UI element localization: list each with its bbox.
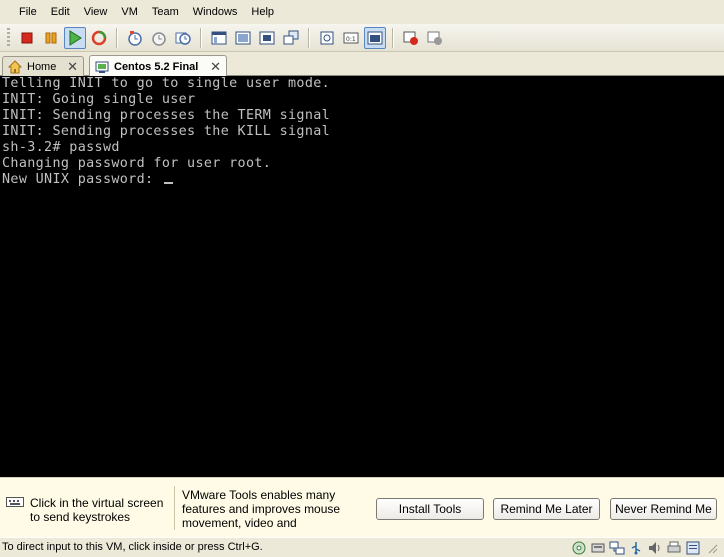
toolbar: 0:1 bbox=[0, 24, 724, 52]
console-line: Changing password for user root. bbox=[2, 156, 272, 171]
menu-team[interactable]: Team bbox=[145, 0, 186, 24]
hint-divider bbox=[174, 486, 175, 530]
console-line: sh-3.2# passwd bbox=[2, 140, 120, 155]
click-hint: Click in the virtual screen to send keys… bbox=[6, 496, 170, 524]
console-line: INIT: Going single user bbox=[2, 92, 196, 107]
replay-button[interactable] bbox=[424, 27, 446, 49]
tab-home-close-icon[interactable]: ✕ bbox=[67, 59, 78, 75]
toolbar-grip[interactable] bbox=[7, 27, 10, 48]
click-hint-text: Click in the virtual screen to send keys… bbox=[30, 496, 164, 524]
menu-file[interactable]: File bbox=[12, 0, 44, 24]
menu-windows[interactable]: Windows bbox=[186, 0, 245, 24]
console-view-icon bbox=[367, 31, 383, 44]
console-prompt: New UNIX password: bbox=[2, 172, 162, 187]
play-button[interactable] bbox=[64, 26, 86, 49]
vm-console-screen[interactable]: Telling INIT to go to single user mode. … bbox=[0, 76, 724, 477]
console-line: INIT: Sending processes the TERM signal bbox=[2, 108, 331, 123]
snapshot-icon bbox=[128, 30, 142, 46]
record-button[interactable] bbox=[400, 27, 422, 49]
message-log-icon[interactable] bbox=[685, 540, 701, 556]
vmware-tools-hint-bar: Click in the virtual screen to send keys… bbox=[0, 477, 724, 537]
vmware-tools-message: VMware Tools enables many features and i… bbox=[182, 488, 341, 530]
snapshot-button[interactable] bbox=[124, 27, 146, 49]
replay-icon bbox=[427, 31, 442, 45]
menu-bar: File Edit View VM Team Windows Help bbox=[0, 0, 724, 24]
console-view-button[interactable] bbox=[364, 26, 386, 49]
stop-button[interactable] bbox=[16, 27, 38, 49]
home-icon bbox=[8, 59, 22, 73]
menu-vm[interactable]: VM bbox=[114, 0, 145, 24]
appliance-view-button[interactable]: 0:1 bbox=[340, 27, 362, 49]
pause-icon bbox=[45, 32, 57, 43]
text-cursor bbox=[163, 182, 173, 184]
full-screen-icon bbox=[235, 31, 251, 44]
revert-snapshot-icon bbox=[152, 31, 166, 46]
tab-bar: Home ✕ Centos 5.2 Final ✕ bbox=[0, 52, 724, 77]
tab-home[interactable]: Home ✕ bbox=[2, 56, 84, 76]
never-remind-me-button[interactable]: Never Remind Me bbox=[610, 498, 717, 520]
toolbar-separator bbox=[116, 27, 118, 48]
device-icons bbox=[568, 540, 720, 556]
record-icon bbox=[403, 31, 418, 45]
normal-view-button[interactable] bbox=[208, 27, 230, 49]
install-tools-button[interactable]: Install Tools bbox=[376, 498, 484, 520]
remind-me-later-button[interactable]: Remind Me Later bbox=[493, 498, 600, 520]
toolbar-separator bbox=[392, 27, 394, 48]
snapshot-manager-button[interactable] bbox=[172, 27, 194, 49]
unity-icon bbox=[283, 30, 299, 44]
toolbar-separator bbox=[200, 27, 202, 48]
sound-icon[interactable] bbox=[647, 540, 663, 556]
full-screen-button[interactable] bbox=[232, 27, 254, 49]
console-line: INIT: Sending processes the KILL signal bbox=[2, 124, 331, 139]
printer-icon[interactable] bbox=[666, 540, 682, 556]
floppy-icon[interactable] bbox=[590, 540, 606, 556]
play-icon bbox=[69, 29, 82, 46]
unity-button[interactable] bbox=[280, 27, 302, 49]
menu-help[interactable]: Help bbox=[244, 0, 281, 24]
toolbar-separator bbox=[308, 27, 310, 48]
reset-button[interactable] bbox=[88, 27, 110, 49]
revert-snapshot-button[interactable] bbox=[148, 27, 170, 49]
snapshot-manager-icon bbox=[175, 32, 191, 45]
vm-icon bbox=[95, 61, 109, 73]
tab-home-label: Home bbox=[27, 60, 57, 73]
cdrom-icon[interactable] bbox=[571, 540, 587, 556]
console-prompt-line: New UNIX password: bbox=[2, 172, 724, 188]
resize-grip-icon[interactable] bbox=[704, 540, 720, 556]
console-line: Telling INIT to go to single user mode. bbox=[2, 76, 331, 91]
summary-view-button[interactable] bbox=[316, 27, 338, 49]
stop-icon bbox=[21, 32, 33, 43]
reset-icon bbox=[91, 30, 107, 45]
status-bar: To direct input to this VM, click inside… bbox=[0, 537, 724, 557]
menu-view[interactable]: View bbox=[77, 0, 115, 24]
appliance-view-icon: 0:1 bbox=[343, 32, 359, 43]
tab-centos-vm-close-icon[interactable]: ✕ bbox=[210, 59, 221, 75]
usb-icon[interactable] bbox=[628, 540, 644, 556]
status-text: To direct input to this VM, click inside… bbox=[2, 541, 263, 553]
quick-switch-icon bbox=[259, 31, 275, 44]
pause-button[interactable] bbox=[40, 27, 62, 49]
menu-edit[interactable]: Edit bbox=[44, 0, 77, 24]
tab-centos-vm[interactable]: Centos 5.2 Final ✕ bbox=[89, 55, 227, 77]
summary-view-icon bbox=[320, 31, 334, 44]
tab-centos-vm-label: Centos 5.2 Final bbox=[114, 60, 199, 73]
keyboard-icon bbox=[6, 497, 24, 507]
quick-switch-button[interactable] bbox=[256, 27, 278, 49]
svg-text:0:1: 0:1 bbox=[346, 36, 356, 43]
network-icon[interactable] bbox=[609, 540, 625, 556]
normal-view-icon bbox=[211, 31, 227, 44]
